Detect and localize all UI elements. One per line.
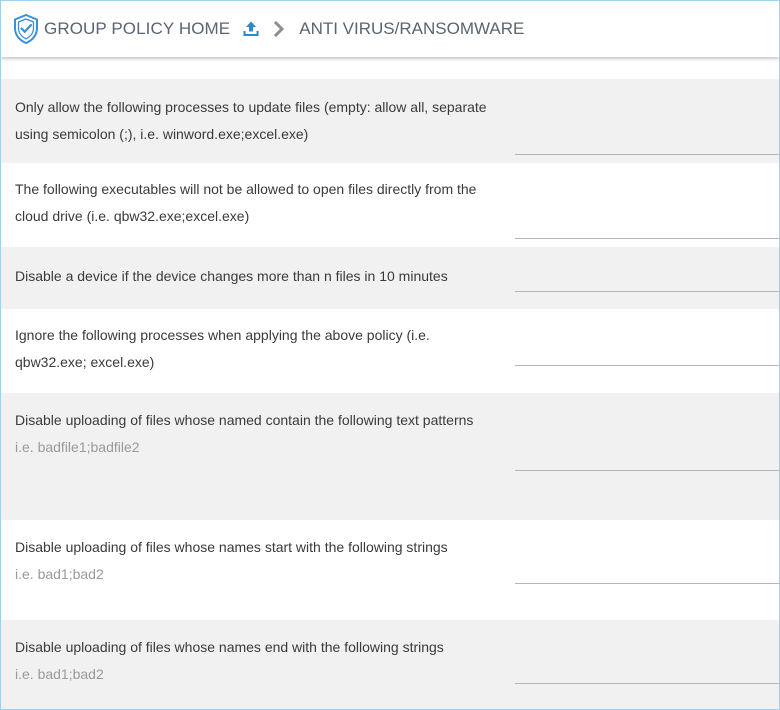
setting-label: Disable a device if the device changes m… bbox=[15, 268, 448, 284]
setting-hint: i.e. badfile1;badfile2 bbox=[15, 439, 140, 455]
ignored-processes-input[interactable] bbox=[515, 344, 779, 366]
name-end-strings-input[interactable] bbox=[515, 662, 779, 684]
breadcrumb-header: GROUP POLICY HOME ANTI VIRUS/RANSOMWARE bbox=[1, 1, 779, 57]
blocked-executables-input[interactable] bbox=[515, 217, 779, 239]
file-change-threshold-input[interactable] bbox=[515, 270, 779, 292]
setting-label: Disable uploading of files whose names s… bbox=[15, 534, 495, 588]
shield-check-icon bbox=[12, 13, 40, 45]
setting-label: Disable uploading of files whose names e… bbox=[15, 634, 495, 688]
setting-hint: i.e. bad1;bad2 bbox=[15, 566, 104, 582]
setting-row-name-start: Disable uploading of files whose names s… bbox=[1, 520, 779, 620]
settings-list: Only allow the following processes to up… bbox=[1, 57, 779, 709]
setting-label-text: Disable uploading of files whose names s… bbox=[15, 539, 448, 555]
chevron-right-icon bbox=[273, 21, 285, 37]
setting-label: Ignore the following processes when appl… bbox=[15, 327, 430, 370]
name-patterns-input[interactable] bbox=[515, 449, 779, 471]
setting-label-text: Disable uploading of files whose names e… bbox=[15, 639, 444, 655]
setting-label-text: Disable uploading of files whose named c… bbox=[15, 412, 474, 428]
setting-row-blocked-executables: The following executables will not be al… bbox=[1, 163, 779, 247]
setting-row-update-processes: Only allow the following processes to up… bbox=[1, 79, 779, 163]
setting-label: Only allow the following processes to up… bbox=[15, 99, 487, 142]
breadcrumb-home-link[interactable]: GROUP POLICY HOME bbox=[44, 19, 230, 39]
setting-row-name-patterns: Disable uploading of files whose named c… bbox=[1, 393, 779, 520]
breadcrumb-current: ANTI VIRUS/RANSOMWARE bbox=[299, 19, 525, 38]
name-start-strings-input[interactable] bbox=[515, 562, 779, 584]
setting-hint: i.e. bad1;bad2 bbox=[15, 666, 104, 682]
allowed-update-processes-input[interactable] bbox=[515, 133, 779, 155]
setting-row-disable-device: Disable a device if the device changes m… bbox=[1, 247, 779, 309]
upload-icon[interactable] bbox=[242, 20, 260, 38]
setting-label: The following executables will not be al… bbox=[15, 181, 477, 224]
setting-row-ignore-processes: Ignore the following processes when appl… bbox=[1, 309, 779, 393]
setting-row-name-end: Disable uploading of files whose names e… bbox=[1, 620, 779, 709]
setting-label: Disable uploading of files whose named c… bbox=[15, 407, 495, 461]
app-frame: GROUP POLICY HOME ANTI VIRUS/RANSOMWARE … bbox=[0, 0, 780, 710]
